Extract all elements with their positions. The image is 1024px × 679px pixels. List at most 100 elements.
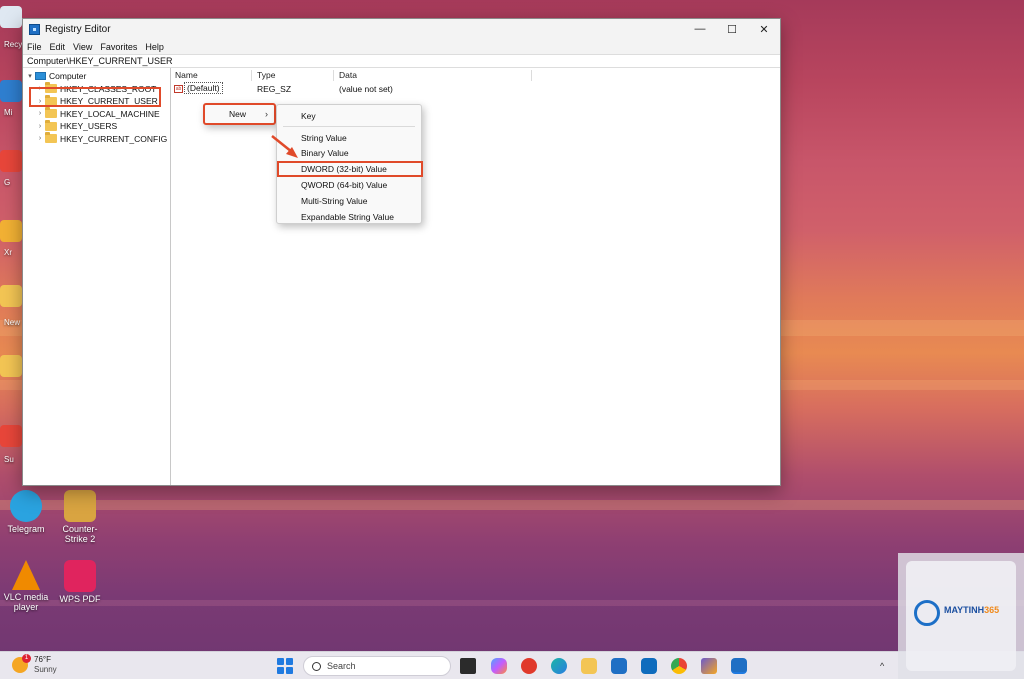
tree-item-label: HKEY_LOCAL_MACHINE: [60, 108, 160, 119]
minimize-button[interactable]: —: [684, 19, 716, 39]
maytinh365-logo-icon: [914, 600, 940, 626]
start-button[interactable]: [277, 658, 293, 674]
desktop-icon-label: Counter-Strike 2: [62, 524, 98, 544]
computer-icon: [35, 72, 46, 81]
menu-item-expandable-string-value[interactable]: Expandable String Value: [277, 209, 421, 225]
annotation-arrow: [271, 135, 298, 158]
new-submenu: Key String Value Binary Value DWORD (32-…: [276, 104, 423, 225]
desktop-partial-label: Su: [4, 455, 14, 464]
watermark-brand-accent: 365: [984, 605, 1000, 615]
title-bar[interactable]: Registry Editor — ☐ ✕: [23, 19, 780, 39]
desktop-icon-label: WPS PDF: [59, 594, 101, 604]
string-value-icon: ab: [174, 84, 183, 93]
menu-edit[interactable]: Edit: [50, 42, 66, 52]
menu-help[interactable]: Help: [145, 42, 164, 52]
desktop-icon-label: VLC media player: [3, 592, 49, 612]
search-icon: [312, 661, 321, 671]
maximize-button[interactable]: ☐: [716, 19, 748, 39]
table-row[interactable]: ab (Default): [174, 82, 223, 94]
value-type: REG_SZ: [257, 84, 292, 94]
folder-icon: [45, 107, 57, 119]
store-icon[interactable]: [611, 658, 627, 674]
key-tree: ▾ Computer › HKEY_CLASSES_ROOT › HKEY_CU…: [23, 68, 171, 485]
desktop-icon-wps-pdf[interactable]: WPS PDF: [54, 560, 106, 604]
sun-icon: 1: [12, 654, 31, 673]
chevron-right-icon[interactable]: ›: [35, 110, 45, 117]
weather-widget[interactable]: 1 76°F Sunny: [12, 654, 57, 675]
desktop-partial-label: Mi: [4, 108, 13, 117]
column-header-type[interactable]: Type: [257, 70, 275, 82]
app-shortcut-icon[interactable]: [0, 80, 22, 102]
menu-separator: [283, 125, 415, 127]
start-tile: [277, 658, 285, 666]
tree-item-hkey-users[interactable]: › HKEY_USERS: [23, 119, 170, 133]
registry-editor-icon: [29, 23, 40, 35]
desktop-icon-vlc[interactable]: VLC media player: [0, 560, 52, 612]
menu-view[interactable]: View: [73, 42, 92, 52]
copilot-icon[interactable]: [491, 658, 507, 674]
menu-file[interactable]: File: [27, 42, 42, 52]
task-view-icon[interactable]: [460, 658, 476, 674]
edge-icon[interactable]: [551, 658, 567, 674]
outlook-icon[interactable]: [641, 658, 657, 674]
value-data: (value not set): [339, 84, 393, 94]
registry-editor-window: Registry Editor — ☐ ✕ File Edit View Fav…: [22, 18, 781, 486]
registry-editor-taskbar-icon[interactable]: [731, 658, 747, 674]
folder-shortcut-icon[interactable]: [0, 355, 22, 377]
tree-item-computer[interactable]: ▾ Computer: [23, 70, 170, 83]
context-menu-new[interactable]: New ›: [203, 103, 276, 125]
menu-bar: File Edit View Favorites Help: [23, 39, 780, 54]
column-divider[interactable]: [333, 70, 334, 81]
folder-icon: [45, 132, 57, 144]
chrome-shortcut-icon[interactable]: [0, 425, 22, 447]
desktop-partial-label: Xr: [4, 248, 12, 257]
column-divider[interactable]: [531, 70, 532, 81]
desktop-icon-counter-strike[interactable]: Counter-Strike 2: [54, 490, 106, 544]
folder-icon: [45, 119, 57, 131]
chrome-icon[interactable]: [671, 658, 687, 674]
menu-item-multi-string-value[interactable]: Multi-String Value: [277, 193, 421, 209]
counter-strike-icon: [64, 490, 96, 522]
chevron-right-icon: ›: [265, 109, 268, 119]
address-bar[interactable]: Computer\HKEY_CURRENT_USER: [23, 54, 780, 68]
tree-item-label: HKEY_CURRENT_CONFIG: [60, 133, 168, 144]
search-placeholder: Search: [327, 661, 356, 671]
desktop-icon-telegram[interactable]: Telegram: [0, 490, 52, 534]
weather-temperature: 76°F: [34, 655, 51, 664]
app-icon[interactable]: [701, 658, 717, 674]
menu-item-key[interactable]: Key: [277, 108, 421, 124]
chrome-shortcut-icon[interactable]: [0, 150, 22, 172]
chevron-right-icon[interactable]: ›: [35, 135, 45, 142]
show-hidden-icons-icon[interactable]: ^: [880, 661, 884, 671]
desktop-partial-label: G: [4, 178, 11, 187]
wps-pdf-icon: [64, 560, 96, 592]
tree-item-label: HKEY_USERS: [60, 121, 118, 132]
recycle-bin-icon[interactable]: [0, 6, 22, 28]
desktop-icon-label: Telegram: [7, 524, 45, 534]
watermark: MAYTINH365: [898, 553, 1024, 679]
tree-item-hkey-local-machine[interactable]: › HKEY_LOCAL_MACHINE: [23, 107, 170, 121]
folder-shortcut-icon[interactable]: [0, 285, 22, 307]
menu-favorites[interactable]: Favorites: [100, 42, 137, 52]
chevron-right-icon[interactable]: ›: [35, 123, 45, 130]
column-header-data[interactable]: Data: [339, 70, 357, 82]
menu-item-dword-value[interactable]: DWORD (32-bit) Value: [277, 161, 423, 178]
watermark-brand-main: MAYTINH: [944, 605, 985, 615]
file-explorer-icon[interactable]: [581, 658, 597, 674]
desktop-partial-label: New: [4, 318, 21, 327]
chevron-down-icon[interactable]: ▾: [25, 72, 35, 80]
app-shortcut-icon[interactable]: [0, 220, 22, 242]
value-name: (Default): [184, 82, 223, 94]
selection-highlight: [29, 87, 161, 107]
menu-item-label: New: [229, 109, 247, 119]
menu-item-qword-value[interactable]: QWORD (64-bit) Value: [277, 177, 421, 193]
column-divider[interactable]: [251, 70, 252, 81]
close-button[interactable]: ✕: [748, 19, 780, 39]
taskbar-search[interactable]: Search: [303, 656, 451, 676]
column-header-name[interactable]: Name: [175, 70, 198, 82]
telegram-icon: [10, 490, 42, 522]
watermark-brand: MAYTINH365: [944, 605, 999, 615]
wps-office-icon[interactable]: [521, 658, 537, 674]
vlc-cone-icon: [12, 560, 40, 590]
tree-item-hkey-current-config[interactable]: › HKEY_CURRENT_CONFIG: [23, 132, 170, 146]
